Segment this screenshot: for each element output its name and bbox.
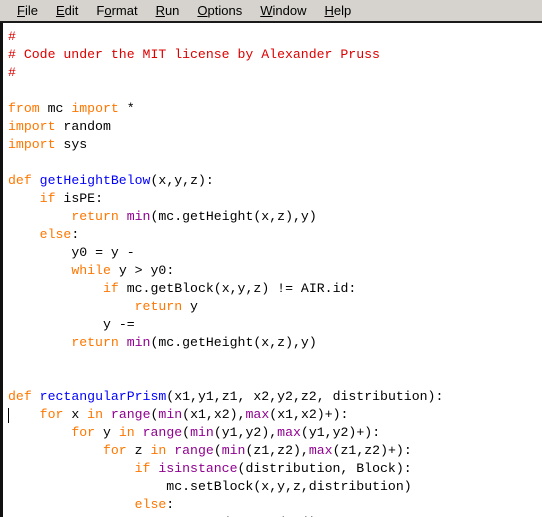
token-keyword: in: [87, 407, 103, 422]
token-keyword: import: [71, 101, 119, 116]
code-line[interactable]: #: [3, 28, 542, 46]
token-keyword: else: [134, 497, 167, 512]
text-caret: [8, 408, 9, 423]
code-line[interactable]: y0 = y -: [3, 244, 542, 262]
code-line[interactable]: from mc import *: [3, 100, 542, 118]
token-builtin: min: [158, 407, 183, 422]
token-keyword: for: [39, 407, 64, 422]
token-keyword: for: [71, 425, 96, 440]
token-keyword: else: [39, 227, 72, 242]
token-keyword: def: [8, 173, 32, 188]
token-builtin: min: [190, 425, 214, 440]
menu-edit[interactable]: Edit: [47, 2, 87, 19]
menu-mnemonic: F: [17, 3, 25, 18]
menu-options[interactable]: Options: [188, 2, 251, 19]
token-keyword: return: [71, 335, 119, 350]
code-line[interactable]: #: [3, 64, 542, 82]
code-line[interactable]: [3, 370, 542, 388]
menu-file[interactable]: File: [8, 2, 47, 19]
token-builtin: max: [245, 407, 270, 422]
code-line[interactable]: return min(mc.getHeight(x,z),y): [3, 208, 542, 226]
menu-bar: File Edit Format Run Options Window Help: [0, 0, 542, 23]
code-line[interactable]: [3, 82, 542, 100]
idle-editor-window: File Edit Format Run Options Window Help # # Co…: [0, 0, 542, 517]
token-builtin: range: [174, 443, 214, 458]
code-line[interactable]: import random: [3, 118, 542, 136]
menu-mnemonic: o: [104, 3, 112, 18]
code-editor-area[interactable]: # # Code under the MIT license by Alexand…: [0, 23, 542, 517]
token-builtin: range: [110, 407, 151, 422]
token-keyword: from: [8, 101, 40, 116]
token-builtin: isinstance: [158, 461, 238, 476]
token-comment: #: [8, 65, 16, 80]
menu-mnemonic: E: [55, 3, 65, 18]
code-line[interactable]: return y: [3, 298, 542, 316]
menu-help[interactable]: Help: [316, 2, 361, 19]
token-keyword: if: [39, 191, 56, 206]
code-line[interactable]: if isinstance(distribution, Block):: [3, 460, 542, 478]
token-keyword: def: [8, 389, 32, 404]
code-line[interactable]: [3, 352, 542, 370]
token-definition: rectangularPrism: [39, 389, 167, 404]
code-line[interactable]: for y in range(min(y1,y2),max(y1,y2)+):: [3, 424, 542, 442]
menu-format[interactable]: Format: [87, 2, 146, 19]
token-definition: getHeightBelow: [39, 173, 151, 188]
code-line[interactable]: if mc.getBlock(x,y,z) != AIR.id:: [3, 280, 542, 298]
menu-mnemonic: R: [155, 3, 165, 18]
menu-mnemonic: W: [260, 3, 273, 18]
token-builtin: max: [308, 443, 333, 458]
code-line[interactable]: def getHeightBelow(x,y,z):: [3, 172, 542, 190]
token-keyword: in: [150, 443, 167, 458]
code-line[interactable]: return min(mc.getHeight(x,z),y): [3, 334, 542, 352]
code-line[interactable]: for x in range(min(x1,x2),max(x1,x2)+):: [3, 406, 542, 424]
menu-run[interactable]: Run: [147, 2, 189, 19]
token-keyword: return: [134, 299, 183, 314]
menu-mnemonic: O: [197, 3, 208, 18]
token-keyword: if: [134, 461, 151, 476]
menu-window[interactable]: Window: [251, 2, 315, 19]
token-keyword: import: [8, 137, 56, 152]
code-line[interactable]: y -=: [3, 316, 542, 334]
code-line[interactable]: mc.setBlock(x,y,z,distribution): [3, 478, 542, 496]
code-line[interactable]: else:: [3, 226, 542, 244]
code-line[interactable]: for z in range(min(z1,z2),max(z1,z2)+):: [3, 442, 542, 460]
token-keyword: if: [102, 281, 119, 296]
token-keyword: in: [118, 425, 135, 440]
token-builtin: range: [142, 425, 183, 440]
code-line[interactable]: while y > y0:: [3, 262, 542, 280]
token-comment: # Code under the MIT license by Alexande…: [8, 47, 380, 62]
token-builtin: min: [221, 443, 246, 458]
token-keyword: import: [8, 119, 56, 134]
code-line[interactable]: import sys: [3, 136, 542, 154]
token-comment: #: [8, 29, 16, 44]
token-builtin: min: [126, 209, 151, 224]
code-line[interactable]: else:: [3, 496, 542, 514]
code-line[interactable]: def rectangularPrism(x1,y1,z1, x2,y2,z2,…: [3, 388, 542, 406]
token-keyword: while: [71, 263, 111, 278]
code-line[interactable]: [3, 154, 542, 172]
token-builtin: max: [277, 425, 301, 440]
token-keyword: for: [102, 443, 127, 458]
code-line[interactable]: # Code under the MIT license by Alexande…: [3, 46, 542, 64]
token-keyword: return: [71, 209, 119, 224]
code-line[interactable]: if isPE:: [3, 190, 542, 208]
token-builtin: min: [126, 335, 151, 350]
code-text[interactable]: # # Code under the MIT license by Alexand…: [3, 28, 542, 517]
menu-mnemonic: H: [324, 3, 334, 18]
